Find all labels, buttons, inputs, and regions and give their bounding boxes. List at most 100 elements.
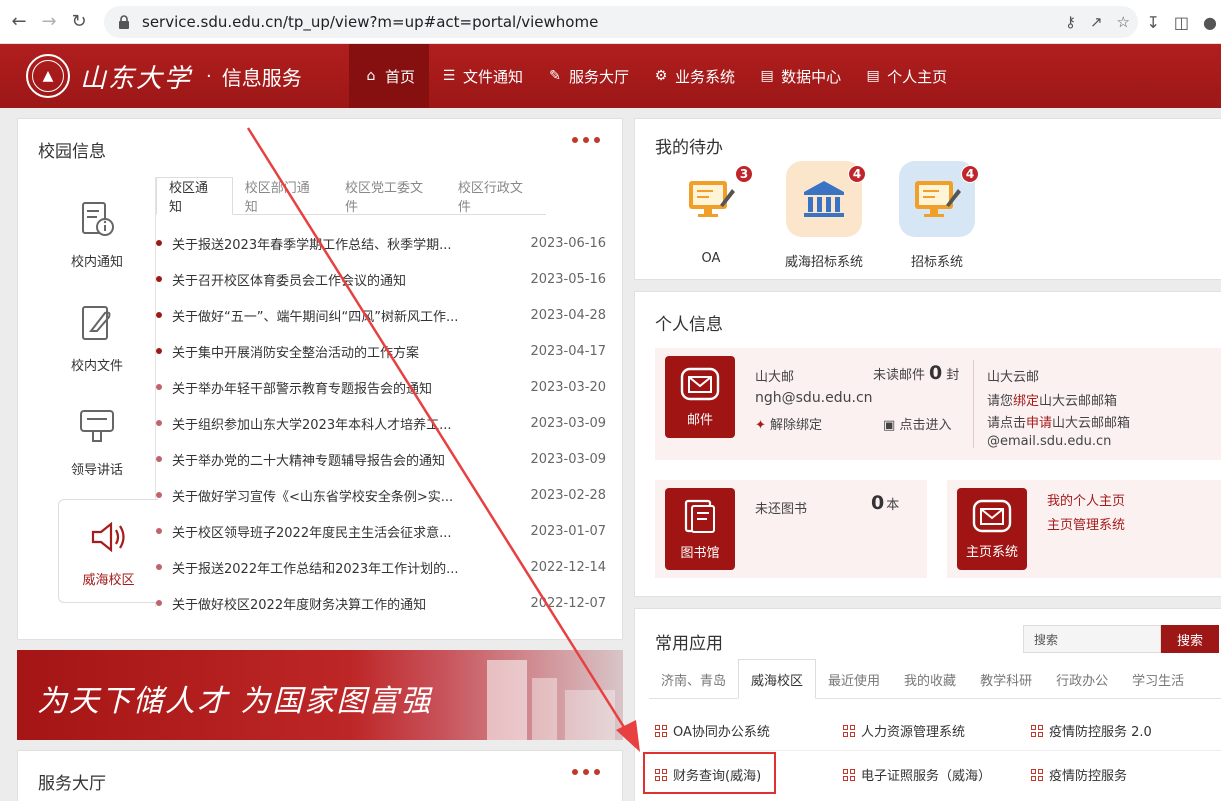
app-link[interactable]: 疫情防控服务 [1031,765,1127,784]
tab-campus-notice[interactable]: 校区通知 [156,177,233,215]
homepage-panel: 主页系统 我的个人主页 主页管理系统 [947,480,1221,578]
address-bar[interactable]: service.sdu.edu.cn/tp_up/view?m=up#act=p… [104,6,1138,38]
lock-icon [119,15,129,29]
todo-tender[interactable]: 4 招标系统 [889,161,985,270]
tab-department-notice[interactable]: 校区部门通知 [233,177,333,215]
app-tabs: 济南、青岛 威海校区 最近使用 我的收藏 教学科研 行政办公 学习生活 [649,659,1221,699]
more-icon[interactable] [572,137,600,143]
news-item[interactable]: 关于举办党的二十大精神专题辅导报告会的通知 2023-03-09 [156,441,606,477]
logo-separator: · [206,65,212,87]
apply-link[interactable]: 申请 [1026,416,1052,431]
my-homepage-link[interactable]: 我的个人主页 [1047,490,1125,509]
app-grid-icon [655,724,667,737]
more-icon[interactable] [572,769,600,775]
todo-oa[interactable]: 3 OA [663,161,759,266]
download-icon[interactable]: ↧ [1147,13,1160,32]
university-logo-text: 山东大学 [80,63,193,94]
library-tile[interactable]: 图书馆 [665,488,735,570]
tab-study-life[interactable]: 学习生活 [1120,659,1196,699]
category-campus-files[interactable]: 校内文件 [38,285,156,389]
share-icon[interactable]: ↗ [1090,13,1103,31]
cloud-domain: @email.sdu.edu.cn [987,434,1112,449]
campus-info-card: 校园信息 校内通知 校内文件 领导讲话 威海校区 校区通知 校区部门通知 校区党… [17,118,623,640]
category-campus-notice[interactable]: 校内通知 [38,181,156,285]
todo-badge: 4 [848,165,866,183]
nav-personal-home[interactable]: ▤ 个人主页 [853,44,959,108]
category-leader-speech[interactable]: 领导讲话 [38,389,156,493]
cloud-mail-title: 山大云邮 [987,370,1040,385]
news-item[interactable]: 关于举办年轻干部警示教育专题报告会的通知 2023-03-20 [156,369,606,405]
key-icon[interactable]: ⚷ [1065,13,1076,31]
reload-icon[interactable]: ↻ [68,11,90,33]
gear-icon: ⚙ [654,68,668,84]
external-link-icon: ▣ [883,418,896,433]
tab-admin-files[interactable]: 校区行政文件 [446,177,546,215]
site-header: ▲ 山东大学 · 信息服务 ⌂ 首页 ☰ 文件通知 ✎ 服务大厅 ⚙ 业务系统 ▤ 数据中… [0,44,1221,108]
news-item[interactable]: 关于集中开展消防安全整治活动的工作方案 2023-04-17 [156,333,606,369]
annotation-highlight-box [643,752,776,794]
todo-badge: 3 [735,165,753,183]
homepage-admin-link[interactable]: 主页管理系统 [1047,514,1125,533]
nav-service-hall[interactable]: ✎ 服务大厅 [535,44,641,108]
news-item[interactable]: 关于做好学习宣传《<山东省学校安全条例>实... 2023-02-28 [156,477,606,513]
nav-home[interactable]: ⌂ 首页 [349,44,430,108]
app-link[interactable]: 疫情防控服务 2.0 [1031,721,1152,740]
todo-weihai-tender[interactable]: 4 威海招标系统 [776,161,872,270]
bind-link[interactable]: 绑定 [1013,394,1039,409]
tab-weihai[interactable]: 威海校区 [738,659,817,699]
app-search-input[interactable]: 搜索 [1023,625,1161,653]
unbind-link[interactable]: ✦ 解除绑定 [755,414,822,433]
tab-recent[interactable]: 最近使用 [816,659,892,699]
banner-building [532,678,557,740]
sidebar-icon[interactable]: ◫ [1174,13,1189,32]
news-item[interactable]: 关于报送2023年春季学期工作总结、秋季学期... 2023-06-16 [156,225,606,261]
news-item[interactable]: 关于报送2022年工作总结和2023年工作计划的... 2022-12-14 [156,549,606,585]
app-link[interactable]: 电子证照服务（威海） [843,765,991,784]
news-list: 关于报送2023年春季学期工作总结、秋季学期... 2023-06-16 关于召开… [156,225,606,621]
tab-party-files[interactable]: 校区党工委文件 [333,177,446,215]
doc-icon: ▤ [760,68,774,84]
row-divider [649,750,1221,751]
tab-jinan-qingdao[interactable]: 济南、青岛 [649,659,738,699]
star-icon[interactable]: ☆ [1117,13,1130,31]
speech-icon [80,409,114,442]
speaker-icon [91,521,125,552]
app-grid-icon [1031,724,1043,737]
nav-data-center[interactable]: ▤ 数据中心 [747,44,853,108]
campus-banner[interactable]: 为天下储人才 为国家图富强 [17,650,623,740]
profile-icon[interactable]: ● [1203,13,1217,32]
tab-teaching-research[interactable]: 教学科研 [968,659,1044,699]
news-item[interactable]: 关于做好“五一”、端午期间纠“四风”树新风工作... 2023-04-28 [156,297,606,333]
category-weihai-campus[interactable]: 威海校区 [58,499,158,603]
app-grid-icon [843,768,855,781]
service-hall-title: 服务大厅 [38,774,106,794]
nav-file-notices[interactable]: ☰ 文件通知 [429,44,535,108]
campus-info-title: 校园信息 [38,142,106,162]
forward-arrow-icon[interactable]: → [38,11,60,33]
service-hall-card: 服务大厅 [17,750,623,801]
nav-business-systems[interactable]: ⚙ 业务系统 [641,44,747,108]
app-search-button[interactable]: 搜索 [1161,625,1219,653]
tab-administration[interactable]: 行政办公 [1044,659,1120,699]
back-arrow-icon[interactable]: ← [8,11,30,33]
banner-slogan: 为天下储人才 为国家图富强 [37,684,433,719]
app-link[interactable]: 人力资源管理系统 [843,721,965,740]
homepage-tile[interactable]: 主页系统 [957,488,1027,570]
mail-name: 山大邮 [755,370,795,385]
notice-icon [82,201,114,236]
enter-mail-link[interactable]: ▣ 点击进入 [883,414,951,433]
mail-tile[interactable]: 邮件 [665,356,735,438]
mail-address: ngh@sdu.edu.cn [755,390,873,406]
news-item[interactable]: 关于召开校区体育委员会工作会议的通知 2023-05-16 [156,261,606,297]
tab-favorites[interactable]: 我的收藏 [892,659,968,699]
divider [973,360,974,448]
oa-icon: 3 [673,161,753,237]
news-item[interactable]: 关于组织参加山东大学2023年本科人才培养工... 2023-03-09 [156,405,606,441]
banner-building [487,660,527,740]
app-link[interactable]: OA协同办公系统 [655,721,770,740]
file-icon [82,305,111,340]
news-item[interactable]: 关于校区领导班子2022年度民主生活会征求意... 2023-01-07 [156,513,606,549]
news-item[interactable]: 关于做好校区2022年度财务决算工作的通知 2022-12-07 [156,585,606,621]
home-icon: ⌂ [366,68,376,84]
unreturned-books-count: 0本 [871,492,900,514]
